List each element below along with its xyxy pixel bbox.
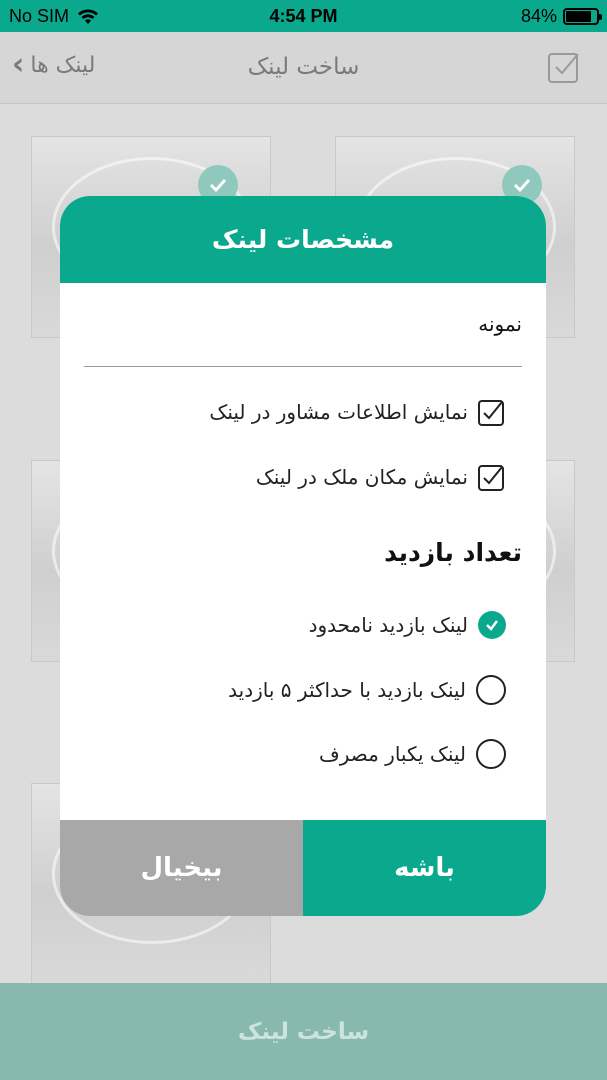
radio-label: لینک بازدید با حداکثر ۵ بازدید	[228, 678, 466, 702]
cancel-button[interactable]: بیخیال	[60, 820, 303, 916]
create-link-button[interactable]: ساخت لینک	[0, 983, 607, 1080]
option-label: نمایش مکان ملک در لینک	[255, 465, 468, 489]
link-details-dialog: مشخصات لینک نمونه نمایش اطلاعات مشاور در…	[60, 196, 546, 916]
show-location-option[interactable]: نمایش مکان ملک در لینک	[256, 463, 506, 491]
show-agent-info-option[interactable]: نمایش اطلاعات مشاور در لینک	[209, 398, 506, 426]
radio-label: لینک یکبار مصرف	[318, 742, 466, 766]
visits-section-title: تعداد بازدید	[384, 538, 522, 567]
battery-icon	[563, 8, 602, 25]
checkbox-checked-icon[interactable]	[478, 398, 506, 426]
field-underline	[84, 366, 522, 367]
option-label: نمایش اطلاعات مشاور در لینک	[209, 400, 468, 424]
link-name-field[interactable]: نمونه	[478, 312, 522, 336]
checkbox-icon[interactable]	[547, 50, 581, 84]
checkbox-checked-icon[interactable]	[478, 463, 506, 491]
status-right: 84%	[520, 6, 602, 27]
nav-bar: ‹ لینک ها ساخت لینک	[0, 32, 607, 104]
battery-percent: 84%	[520, 6, 557, 26]
radio-empty-icon[interactable]	[476, 675, 506, 705]
radio-selected-icon[interactable]	[478, 611, 506, 639]
page-title: ساخت لینک	[247, 54, 360, 80]
visit-choice-unlimited[interactable]: لینک بازدید نامحدود	[309, 611, 506, 639]
dialog-title: مشخصات لینک	[60, 196, 546, 283]
ok-button[interactable]: باشه	[303, 820, 546, 916]
dialog-buttons: بیخیال باشه	[60, 820, 546, 916]
radio-label: لینک بازدید نامحدود	[308, 613, 468, 637]
visit-choice-single-use[interactable]: لینک یکبار مصرف	[319, 739, 506, 769]
status-bar: No SIM 4:54 PM 84%	[0, 0, 607, 32]
radio-empty-icon[interactable]	[476, 739, 506, 769]
battery-level	[566, 11, 592, 22]
visit-choice-max-five[interactable]: لینک بازدید با حداکثر ۵ بازدید	[228, 675, 506, 705]
status-time: 4:54 PM	[269, 6, 338, 26]
